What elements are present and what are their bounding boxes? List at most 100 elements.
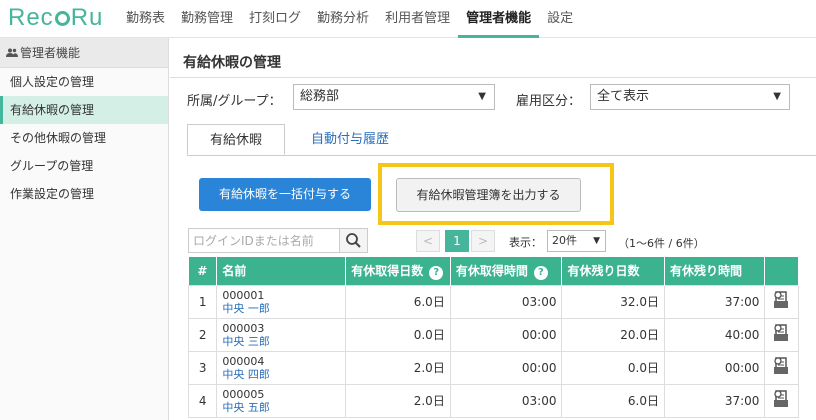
help-icon[interactable]: ?: [533, 265, 548, 280]
col-header-taken-days-label: 有休取得日数: [351, 263, 424, 278]
next-page-button[interactable]: >: [471, 230, 495, 252]
remaining-days: 20.0日: [561, 317, 665, 352]
logo-text-start: Rec: [8, 4, 54, 31]
table-row: 3 000004 中央 四郎 2.0日 00:00 0.0日 00:00: [187, 350, 799, 385]
sidebar-header-label: 管理者機能: [20, 46, 81, 60]
employment-select[interactable]: 全て表示 ▼: [590, 84, 790, 110]
title-divider: [170, 77, 816, 78]
taken-days: 2.0日: [345, 350, 451, 385]
taken-hours: 00:00: [449, 350, 563, 385]
export-ledger-button[interactable]: 有給休暇管理簿を出力する: [396, 178, 581, 212]
help-icon[interactable]: ?: [429, 265, 444, 280]
user-id: 000004: [222, 354, 265, 368]
user-id: 000003: [222, 321, 265, 335]
col-header-number: #: [188, 257, 218, 285]
bulk-grant-button[interactable]: 有給休暇を一括付与する: [199, 178, 371, 211]
history-action-cell[interactable]: [764, 350, 799, 385]
history-action-cell[interactable]: [764, 383, 799, 418]
chevron-down-icon: ▼: [478, 91, 486, 102]
tab-divider: [187, 155, 816, 156]
user-id: 000001: [222, 288, 265, 302]
remaining-hours: 37:00: [663, 284, 766, 319]
search-button[interactable]: [339, 228, 368, 253]
remaining-days: 32.0日: [561, 284, 665, 319]
per-page-select[interactable]: 20件 ▼: [547, 230, 606, 252]
chevron-down-icon: ▼: [593, 236, 600, 246]
sidebar: 管理者機能 個人設定の管理 有給休暇の管理 その他休暇の管理 グループの管理 作…: [0, 38, 169, 420]
sidebar-header: 管理者機能: [0, 38, 168, 68]
employment-select-value: 全て表示: [597, 89, 650, 104]
name-cell: 000004 中央 四郎: [216, 350, 347, 385]
name-cell: 000005 中央 五郎: [216, 383, 347, 418]
nav-punch-log[interactable]: 打刻ログ: [241, 0, 309, 38]
taken-days: 6.0日: [345, 284, 451, 319]
remaining-days: 0.0日: [561, 350, 665, 385]
logo-ring-icon: [54, 11, 70, 26]
per-page-label: 表示：: [509, 236, 542, 249]
sidebar-item-groups[interactable]: グループの管理: [0, 152, 168, 180]
main-nav: 勤務表 勤務管理 打刻ログ 勤務分析 利用者管理 管理者機能 設定: [118, 0, 581, 38]
page-1-button[interactable]: 1: [445, 230, 469, 252]
table-row: 4 000005 中央 五郎 2.0日 03:00 6.0日 37:00: [187, 383, 799, 418]
top-bar: Rec Ru 勤務表 勤務管理 打刻ログ 勤務分析 利用者管理 管理者機能 設定: [0, 0, 816, 38]
col-header-taken-days[interactable]: 有休取得日数?: [345, 257, 451, 285]
main-content: 有給休暇の管理 所属/グループ： 総務部 ▼ 雇用区分： 全て表示 ▼ 有給休暇…: [170, 38, 816, 420]
col-header-taken-hours[interactable]: 有休取得時間?: [450, 257, 563, 285]
per-page-value: 20件: [552, 234, 577, 247]
prev-page-button[interactable]: <: [416, 230, 440, 252]
nav-admin-functions[interactable]: 管理者機能: [458, 0, 540, 38]
remaining-hours: 40:00: [663, 317, 766, 352]
row-number: 2: [187, 317, 218, 352]
history-action-cell[interactable]: [764, 284, 799, 319]
taken-hours: 03:00: [449, 284, 563, 319]
nav-work-management[interactable]: 勤務管理: [173, 0, 241, 38]
sidebar-item-other-leave[interactable]: その他休暇の管理: [0, 124, 168, 152]
user-name-link[interactable]: 中央 三郎: [222, 335, 340, 348]
sidebar-item-personal-settings[interactable]: 個人設定の管理: [0, 68, 168, 96]
logo-text-end: Ru: [70, 4, 104, 31]
search-icon: [346, 233, 361, 248]
remaining-days: 6.0日: [561, 383, 665, 418]
group-label: 所属/グループ：: [187, 94, 282, 109]
taken-days: 0.0日: [345, 317, 451, 352]
tab-auto-grant-history[interactable]: 自動付与履歴: [295, 124, 405, 155]
col-header-name: 名前: [216, 257, 347, 285]
taken-hours: 00:00: [449, 317, 563, 352]
page-title: 有給休暇の管理: [183, 55, 281, 71]
recoru-logo[interactable]: Rec Ru: [8, 4, 103, 32]
group-select[interactable]: 総務部 ▼: [293, 84, 495, 110]
table-row: 2 000003 中央 三郎 0.0日 00:00 20.0日 40:00: [187, 317, 799, 352]
user-name-link[interactable]: 中央 一郎: [222, 302, 340, 315]
table-header-row: # 名前 有休取得日数? 有休取得時間? 有休残り日数 有休残り時間: [188, 257, 799, 285]
paid-leave-table: # 名前 有休取得日数? 有休取得時間? 有休残り日数 有休残り時間 1 000…: [187, 257, 799, 418]
user-name-link[interactable]: 中央 四郎: [222, 368, 340, 381]
row-number: 3: [187, 350, 218, 385]
user-id: 000005: [222, 387, 265, 401]
leave-history-icon[interactable]: [770, 388, 792, 410]
sidebar-item-work-settings[interactable]: 作業設定の管理: [0, 180, 168, 208]
history-action-cell[interactable]: [764, 317, 799, 352]
employment-label: 雇用区分：: [516, 94, 582, 109]
taken-days: 2.0日: [345, 383, 451, 418]
row-number: 1: [187, 284, 218, 319]
nav-timesheet[interactable]: 勤務表: [118, 0, 173, 38]
name-cell: 000001 中央 一郎: [216, 284, 347, 319]
nav-user-management[interactable]: 利用者管理: [377, 0, 458, 38]
user-name-link[interactable]: 中央 五郎: [222, 401, 340, 414]
search-input[interactable]: [188, 228, 340, 253]
chevron-down-icon: ▼: [773, 91, 781, 102]
users-icon: [6, 40, 20, 70]
leave-history-icon[interactable]: [770, 322, 792, 344]
taken-hours: 03:00: [449, 383, 563, 418]
group-select-value: 総務部: [300, 89, 340, 104]
leave-history-icon[interactable]: [770, 355, 792, 377]
leave-history-icon[interactable]: [770, 289, 792, 311]
nav-work-analysis[interactable]: 勤務分析: [309, 0, 377, 38]
col-header-actions: [764, 257, 799, 285]
sidebar-item-paid-leave[interactable]: 有給休暇の管理: [0, 96, 168, 124]
name-cell: 000003 中央 三郎: [216, 317, 347, 352]
remaining-hours: 00:00: [663, 350, 766, 385]
tab-paid-leave[interactable]: 有給休暇: [187, 124, 285, 155]
nav-settings[interactable]: 設定: [539, 0, 581, 38]
col-header-taken-hours-label: 有休取得時間: [455, 263, 528, 278]
